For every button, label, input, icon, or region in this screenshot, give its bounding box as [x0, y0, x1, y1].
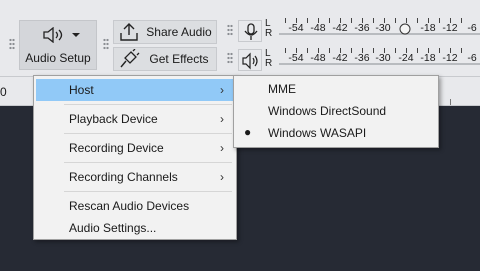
grip-handle[interactable]	[227, 24, 233, 36]
get-effects-button[interactable]: Get Effects	[113, 47, 217, 71]
chevron-down-icon	[72, 33, 80, 37]
menu-item-recording-channels[interactable]: Recording Channels ›	[36, 166, 234, 188]
grip-handle[interactable]	[103, 38, 109, 50]
menu-item-playback-device[interactable]: Playback Device ›	[36, 108, 234, 130]
submenu-item-windows-directsound[interactable]: Windows DirectSound	[236, 101, 436, 122]
meter-tick	[307, 48, 308, 53]
menu-separator	[64, 133, 232, 134]
meter-scale-label: -36	[354, 22, 370, 34]
share-icon	[120, 23, 138, 41]
plug-icon	[120, 49, 140, 68]
meter-scale-label: -18	[420, 22, 436, 34]
meter-tick	[417, 18, 418, 23]
meter-scale-label: -12	[442, 22, 458, 34]
meter-tick	[461, 48, 462, 53]
meter-scale-label: -24	[398, 52, 414, 64]
playback-meter-lr: L R	[265, 48, 273, 69]
meter-tick	[395, 18, 396, 23]
meter-scale-label: -42	[332, 52, 348, 64]
menu-separator	[64, 162, 232, 163]
timeline-tick	[450, 99, 451, 105]
meter-tick	[417, 48, 418, 53]
grip-handle[interactable]	[227, 52, 233, 64]
audio-setup-label: Audio Setup	[25, 51, 91, 65]
share-audio-button[interactable]: Share Audio	[113, 20, 217, 44]
menu-separator	[64, 104, 232, 105]
meter-tick	[373, 48, 374, 53]
meter-tick	[351, 48, 352, 53]
grip-handle[interactable]	[9, 38, 15, 50]
submenu-item-label: MME	[268, 82, 296, 96]
meter-tick	[373, 18, 374, 23]
record-meter[interactable]: -54 -48 -42 -36 -30 -18 -12 -6	[275, 18, 480, 40]
meter-tick	[461, 18, 462, 23]
submenu-item-windows-wasapi[interactable]: ● Windows WASAPI	[236, 123, 436, 144]
meter-scale-label: -30	[375, 52, 391, 64]
host-submenu: MME Windows DirectSound ● Windows WASAPI	[233, 75, 439, 148]
meter-scale-label: -12	[442, 52, 458, 64]
meter-tick	[329, 48, 330, 53]
menu-separator	[64, 191, 232, 192]
meter-scale-label: -36	[354, 52, 370, 64]
share-audio-label: Share Audio	[146, 25, 212, 39]
meter-tick	[439, 18, 440, 23]
submenu-item-label: Windows WASAPI	[268, 126, 367, 140]
toolbar: Audio Setup Share Audio Get Effects L R	[0, 0, 480, 76]
meter-slider-handle[interactable]	[399, 23, 411, 35]
submenu-item-mme[interactable]: MME	[236, 79, 436, 100]
meter-scale-label: -42	[332, 22, 348, 34]
meter-scale-label: -48	[310, 52, 326, 64]
menu-item-label: Audio Settings...	[69, 221, 157, 235]
submenu-arrow-icon: ›	[220, 112, 224, 126]
meter-tick	[285, 18, 286, 23]
meter-tick	[329, 18, 330, 23]
menu-item-rescan-audio-devices[interactable]: Rescan Audio Devices	[36, 195, 234, 217]
meter-tick	[395, 48, 396, 53]
get-effects-label: Get Effects	[149, 52, 209, 66]
audio-setup-button[interactable]: Audio Setup	[19, 20, 97, 70]
record-meter-lr: L R	[265, 18, 273, 39]
speaker-icon	[43, 27, 80, 43]
speaker-meter-icon	[242, 52, 258, 70]
playback-meter[interactable]: -54 -48 -42 -36 -30 -24 -18 -12 -6	[275, 48, 480, 70]
meter-tick	[439, 48, 440, 53]
submenu-arrow-icon: ›	[220, 141, 224, 155]
playback-meter-button[interactable]	[238, 49, 262, 71]
meter-tick	[307, 18, 308, 23]
meter-scale-label: -48	[310, 22, 326, 34]
menu-item-label: Host	[69, 83, 94, 97]
meter-scale-label: -6	[467, 22, 477, 34]
menu-item-label: Rescan Audio Devices	[69, 199, 190, 213]
meter-scale-label: -54	[288, 52, 304, 64]
microphone-icon	[244, 23, 258, 40]
meter-scale-label: -6	[467, 52, 477, 64]
submenu-arrow-icon: ›	[220, 170, 224, 184]
submenu-item-label: Windows DirectSound	[268, 104, 387, 118]
audio-setup-menu: Host › Playback Device › Recording Devic…	[33, 75, 237, 240]
meter-tick	[285, 48, 286, 53]
menu-item-label: Playback Device	[69, 112, 158, 126]
menu-item-recording-device[interactable]: Recording Device ›	[36, 137, 234, 159]
meter-tick	[351, 18, 352, 23]
meter-scale-label: -30	[375, 22, 391, 34]
meter-scale-label: -18	[420, 52, 436, 64]
menu-item-label: Recording Device	[69, 141, 164, 155]
menu-item-label: Recording Channels	[69, 170, 178, 184]
selected-bullet-icon: ●	[244, 125, 252, 139]
record-meter-button[interactable]	[238, 20, 262, 42]
meter-scale-label: -54	[288, 22, 304, 34]
menu-item-audio-settings[interactable]: Audio Settings...	[36, 217, 234, 239]
timeline-start-label: 0	[0, 85, 7, 99]
submenu-arrow-icon: ›	[220, 83, 224, 97]
menu-item-host[interactable]: Host ›	[36, 79, 234, 101]
